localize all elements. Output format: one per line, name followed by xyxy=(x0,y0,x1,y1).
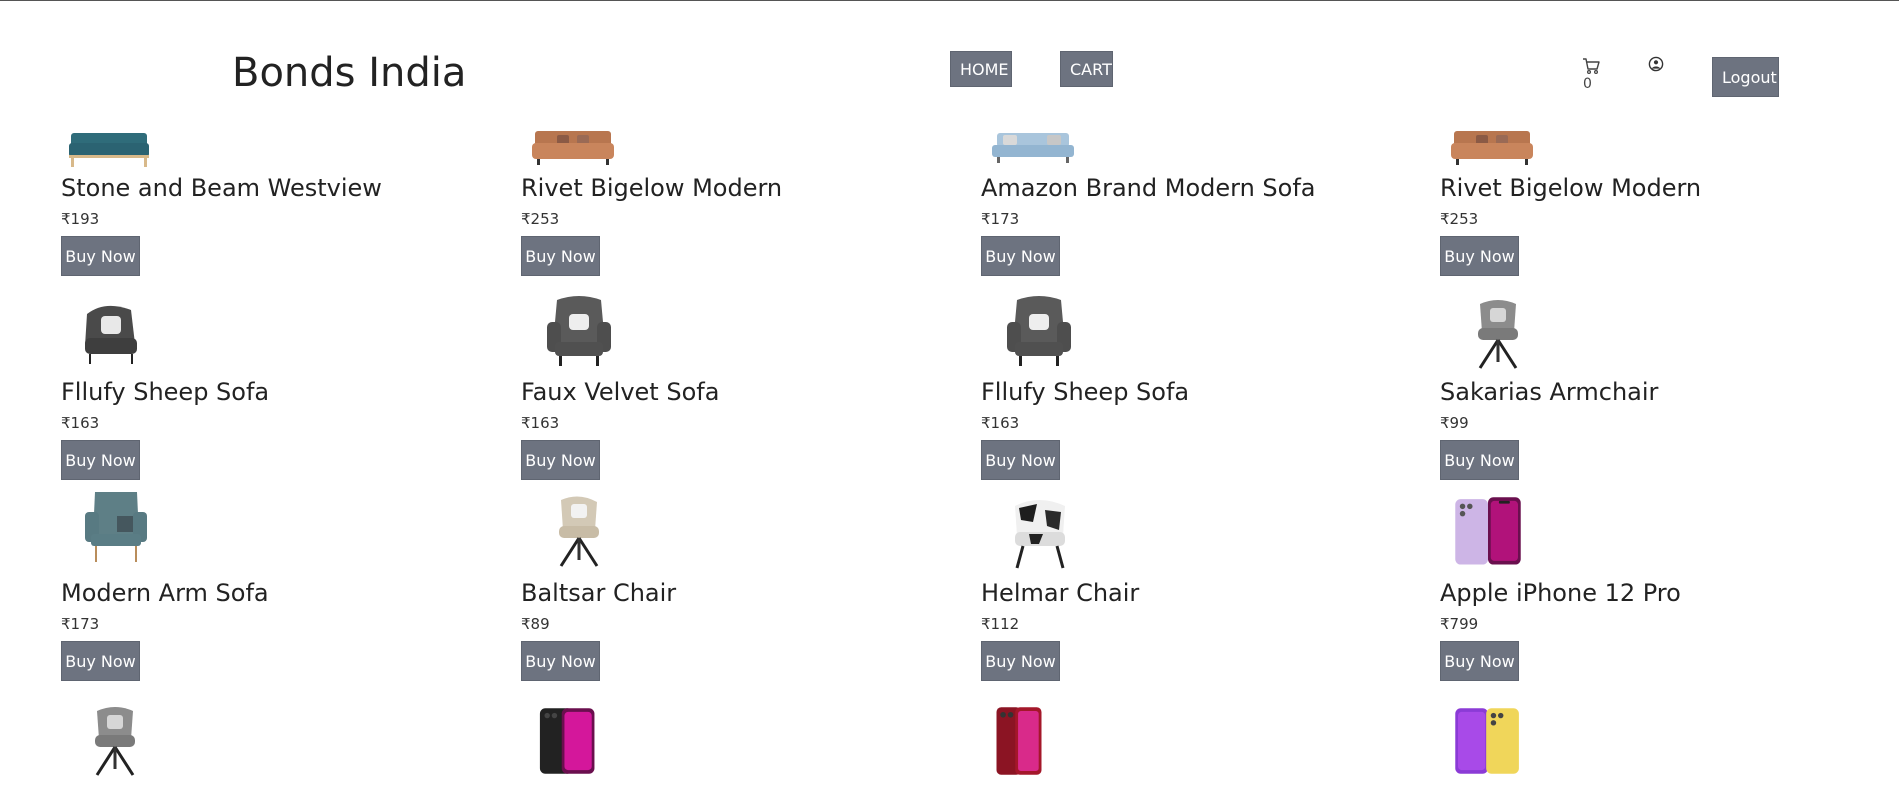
product-image xyxy=(529,697,609,785)
product-image xyxy=(1448,293,1548,375)
buy-now-button[interactable]: Buy Now xyxy=(981,236,1060,276)
buy-now-button[interactable]: Buy Now xyxy=(1440,236,1519,276)
buy-now-button[interactable]: Buy Now xyxy=(981,641,1060,681)
product-image xyxy=(1448,127,1536,167)
product-image xyxy=(65,127,153,167)
product-price: ₹173 xyxy=(981,210,1020,228)
product-title: Amazon Brand Modern Sofa xyxy=(981,174,1316,202)
product-image xyxy=(1448,697,1528,785)
product-image xyxy=(65,697,165,785)
product-image xyxy=(1448,490,1528,570)
buy-now-button[interactable]: Buy Now xyxy=(61,236,140,276)
buy-now-button[interactable]: Buy Now xyxy=(61,641,140,681)
product-price: ₹163 xyxy=(61,414,100,432)
product-title: Sakarias Armchair xyxy=(1440,378,1659,406)
buy-now-button[interactable]: Buy Now xyxy=(521,236,600,276)
buy-now-button[interactable]: Buy Now xyxy=(1440,440,1519,480)
product-title: Fllufy Sheep Sofa xyxy=(61,378,270,406)
product-title: Rivet Bigelow Modern xyxy=(1440,174,1702,202)
product-image xyxy=(529,490,629,570)
product-title: Baltsar Chair xyxy=(521,579,677,607)
top-border xyxy=(0,0,1899,1)
nav-cart-button[interactable]: CART xyxy=(1060,51,1113,87)
product-price: ₹799 xyxy=(1440,615,1479,633)
nav-home-button[interactable]: HOME xyxy=(950,51,1012,87)
product-price: ₹99 xyxy=(1440,414,1469,432)
product-image xyxy=(989,490,1089,570)
product-title: Helmar Chair xyxy=(981,579,1140,607)
product-image xyxy=(989,127,1077,167)
brand-title: Bonds India xyxy=(232,50,467,96)
product-price: ₹253 xyxy=(521,210,560,228)
user-account-icon[interactable] xyxy=(1648,56,1664,72)
product-image xyxy=(529,127,617,167)
product-price: ₹163 xyxy=(981,414,1020,432)
product-title: Modern Arm Sofa xyxy=(61,579,269,607)
product-price: ₹112 xyxy=(981,615,1020,633)
buy-now-button[interactable]: Buy Now xyxy=(521,641,600,681)
product-image xyxy=(65,293,165,375)
cart-icon[interactable] xyxy=(1582,57,1600,75)
product-title: Stone and Beam Westview xyxy=(61,174,382,202)
product-price: ₹89 xyxy=(521,615,550,633)
buy-now-button[interactable]: Buy Now xyxy=(521,440,600,480)
buy-now-button[interactable]: Buy Now xyxy=(61,440,140,480)
product-price: ₹163 xyxy=(521,414,560,432)
product-title: Apple iPhone 12 Pro xyxy=(1440,579,1681,607)
product-title: Fllufy Sheep Sofa xyxy=(981,378,1190,406)
buy-now-button[interactable]: Buy Now xyxy=(1440,641,1519,681)
product-image xyxy=(65,490,165,570)
product-price: ₹193 xyxy=(61,210,100,228)
product-image xyxy=(529,293,629,375)
cart-count: 0 xyxy=(1583,76,1592,92)
product-title: Faux Velvet Sofa xyxy=(521,378,720,406)
product-price: ₹253 xyxy=(1440,210,1479,228)
product-title: Rivet Bigelow Modern xyxy=(521,174,783,202)
logout-button[interactable]: Logout xyxy=(1712,57,1779,97)
product-image xyxy=(989,293,1089,375)
buy-now-button[interactable]: Buy Now xyxy=(981,440,1060,480)
product-image xyxy=(989,697,1049,785)
product-price: ₹173 xyxy=(61,615,100,633)
